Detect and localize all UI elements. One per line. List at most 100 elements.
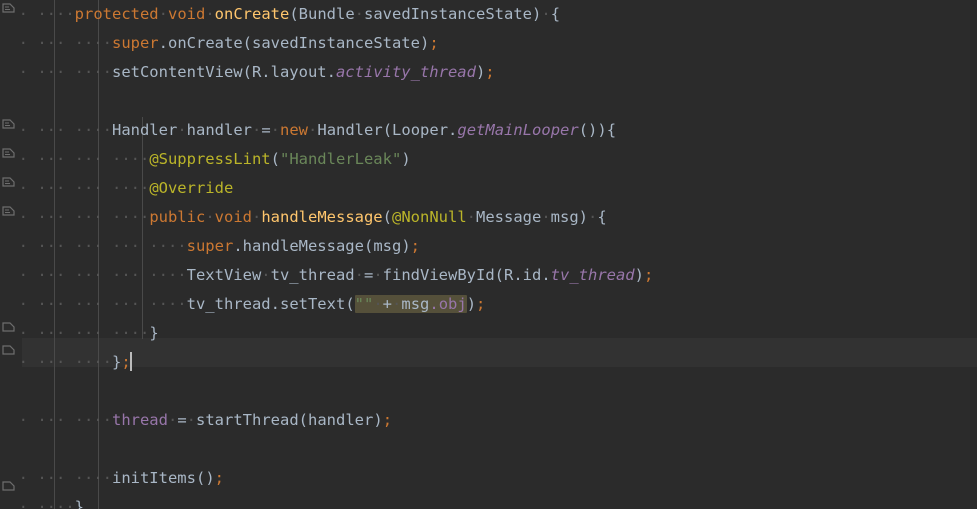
- token-var-tv-thread: tv_thread: [186, 295, 271, 313]
- token-var-handler: handler: [186, 121, 252, 139]
- code-line-blank[interactable]: [0, 377, 977, 406]
- indent-whitespace: ··· ··· ··· ··· ····: [0, 295, 187, 313]
- lambda-anonymous-class-icon[interactable]: [2, 119, 15, 132]
- code-line[interactable]: ··· ··· ····thread·=·startThread(handler…: [0, 406, 977, 435]
- token-punct: ): [475, 63, 486, 81]
- code-line[interactable]: ··· ··· ··· ··· ····tv_thread.setText(""…: [0, 290, 977, 319]
- token-punct: ): [373, 411, 383, 429]
- token-punct: ): [634, 266, 644, 284]
- token-punct: (R.id.: [494, 266, 551, 284]
- code-line[interactable]: ··· ····protected·void·onCreate(Bundle·s…: [0, 0, 977, 29]
- token-punct: ): [401, 150, 411, 168]
- space-dot: ·: [373, 295, 383, 313]
- token-semicolon: ;: [476, 295, 486, 313]
- token-punct: ): [578, 208, 589, 226]
- code-line[interactable]: ··· ··· ····setContentView(R.layout.acti…: [0, 58, 977, 87]
- token-call-getmainlooper: getMainLooper: [457, 121, 579, 139]
- token-var-msg: msg: [401, 295, 430, 313]
- token-call-startthread: startThread: [196, 411, 299, 429]
- collapse-block-icon[interactable]: [2, 345, 15, 358]
- code-line[interactable]: ··· ····}: [0, 493, 977, 509]
- collapse-block-icon[interactable]: [2, 481, 15, 494]
- space-dot: ·: [261, 266, 271, 284]
- token-call-handlemessage: handleMessage: [242, 237, 364, 255]
- lambda-anonymous-class-icon[interactable]: [2, 148, 15, 161]
- indent-whitespace: ··· ··· ··· ··· ····: [0, 266, 187, 284]
- code-editor[interactable]: ··· ····protected·void·onCreate(Bundle·s…: [0, 0, 977, 509]
- token-call-oncreate: onCreate: [168, 34, 243, 52]
- token-brace-open: {: [550, 5, 561, 23]
- token-method-handlemessage: handleMessage: [261, 208, 383, 226]
- space-dot: ·: [588, 208, 598, 226]
- code-line-blank[interactable]: [0, 87, 977, 116]
- code-line[interactable]: ··· ··· ··· ····}: [0, 319, 977, 348]
- space-dot: ·: [541, 208, 551, 226]
- token-type-handler: Handler: [111, 121, 178, 139]
- space-dot: ·: [167, 411, 178, 429]
- code-content[interactable]: ··· ····protected·void·onCreate(Bundle·s…: [0, 0, 977, 509]
- indent-whitespace: ··· ··· ····: [0, 34, 112, 52]
- space-dot: ·: [251, 208, 262, 226]
- token-punct: (: [242, 34, 252, 52]
- token-arg-msg: msg: [373, 237, 402, 255]
- token-dot: .: [429, 295, 439, 313]
- overriding-method-icon[interactable]: [2, 177, 15, 190]
- indent-whitespace: ··· ··· ··· ··· ····: [0, 237, 187, 255]
- space-dot: ·: [205, 5, 215, 23]
- token-brace-close: }: [111, 353, 122, 371]
- space-dot: ·: [205, 208, 215, 226]
- token-annotation-suppresslint: @SuppressLint: [149, 150, 271, 168]
- space-dot: ·: [541, 5, 551, 23]
- code-line[interactable]: ··· ··· ··· ··· ····super.handleMessage(…: [0, 232, 977, 261]
- code-line-current[interactable]: ··· ··· ····};: [0, 348, 977, 377]
- token-keyword-void: void: [168, 5, 206, 23]
- code-line[interactable]: ··· ··· ··· ····public·void·handleMessag…: [0, 203, 977, 232]
- token-brace-close: }: [149, 324, 159, 342]
- token-punct: (: [298, 411, 309, 429]
- implementing-method-icon[interactable]: [2, 206, 15, 219]
- indent-whitespace: ··· ··· ··· ····: [0, 150, 150, 168]
- token-semicolon: ;: [429, 34, 439, 52]
- token-type-message: Message: [476, 208, 542, 226]
- token-punct: ()){: [578, 121, 617, 139]
- token-call-settext: setText: [279, 295, 346, 313]
- token-arg-savedinstancestate: savedInstanceState: [252, 34, 420, 52]
- token-brace-close: }: [74, 498, 84, 509]
- token-call-setcontentview: setContentView: [111, 63, 243, 81]
- token-type-textview: TextView: [186, 266, 262, 284]
- space-dot: ·: [373, 266, 383, 284]
- token-type-handler-ctor: Handler: [317, 121, 383, 139]
- token-keyword-protected: protected: [74, 5, 159, 23]
- indent-whitespace: ··· ··· ··· ····: [0, 179, 150, 197]
- token-dot: .: [158, 34, 168, 52]
- space-dot: ·: [251, 121, 262, 139]
- token-string-empty: "": [354, 295, 374, 313]
- space-dot: ·: [177, 121, 187, 139]
- token-punct: ): [466, 295, 477, 313]
- token-field-activity-thread: activity_thread: [335, 63, 476, 81]
- token-field-obj: obj: [438, 295, 467, 313]
- code-line[interactable]: ··· ··· ··· ··· ····TextView·tv_thread·=…: [0, 261, 977, 290]
- token-string-handlerleak: "HandlerLeak": [279, 150, 402, 168]
- code-line[interactable]: ··· ··· ··· ····@SuppressLint("HandlerLe…: [0, 145, 977, 174]
- token-annotation-nonnull: @NonNull: [392, 208, 467, 226]
- implementing-method-icon[interactable]: [2, 3, 15, 16]
- code-line[interactable]: ··· ··· ····super.onCreate(savedInstance…: [0, 29, 977, 58]
- indent-whitespace: ··· ··· ····: [0, 411, 112, 429]
- token-param-msg: msg: [550, 208, 579, 226]
- token-field-tv-thread-res: tv_thread: [550, 266, 635, 284]
- code-line[interactable]: ··· ··· ····initItems();: [0, 464, 977, 493]
- code-line[interactable]: ··· ··· ··· ····@Override: [0, 174, 977, 203]
- indent-whitespace: ··· ··· ····: [0, 469, 112, 487]
- code-line[interactable]: ··· ··· ····Handler·handler·=·new·Handle…: [0, 116, 977, 145]
- token-call-inititems: initItems: [111, 469, 196, 487]
- token-dot: .: [448, 121, 458, 139]
- token-assign: =: [363, 266, 374, 284]
- token-punct: (: [363, 237, 374, 255]
- token-keyword-public: public: [149, 208, 206, 226]
- text-caret: [129, 352, 132, 371]
- code-line-blank[interactable]: [0, 435, 977, 464]
- space-dot: ·: [308, 121, 318, 139]
- text-selection[interactable]: ""·+·msg.obj: [354, 295, 467, 313]
- collapse-block-icon[interactable]: [2, 322, 15, 335]
